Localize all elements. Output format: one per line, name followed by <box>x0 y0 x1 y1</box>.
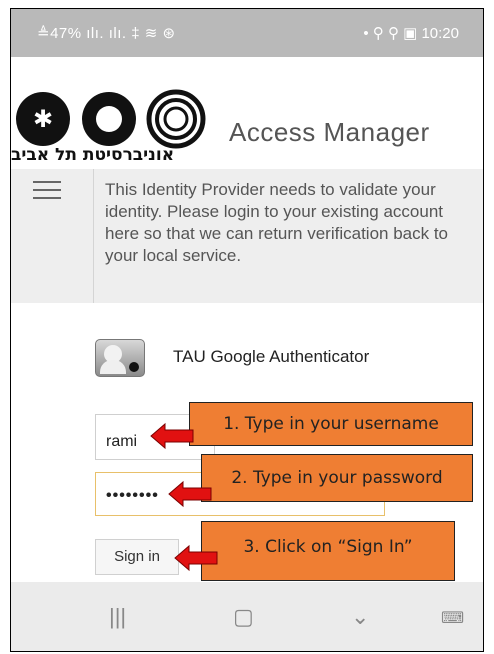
android-nav-bar: ||| ▢ ⌄ ⌨ <box>11 582 483 651</box>
arrow-username <box>150 422 194 450</box>
home-icon[interactable]: ▢ <box>233 604 254 630</box>
recents-icon[interactable]: ||| <box>109 604 126 630</box>
arrow-signin <box>174 544 218 572</box>
status-bar: ≜47% ılı. ılı. ‡ ≋ ⊛ • ⚲ ⚲ ▣ 10:20 <box>11 9 483 57</box>
svg-text:✱: ✱ <box>33 105 53 133</box>
status-right: • ⚲ ⚲ ▣ 10:20 <box>363 25 459 42</box>
callout-step-signin: 3. Click on “Sign In” <box>201 521 455 581</box>
page-title: Access Manager <box>229 117 430 147</box>
info-banner: This Identity Provider needs to validate… <box>11 169 483 303</box>
authenticator-label: TAU Google Authenticator <box>173 347 370 366</box>
hamburger-menu-icon[interactable] <box>33 181 61 205</box>
callout-step-username-text: 1. Type in your username <box>223 414 439 434</box>
status-left: ≜47% ılı. ılı. ‡ ≋ ⊛ <box>37 25 176 42</box>
sign-in-button[interactable]: Sign in <box>95 539 179 575</box>
phone-screen: ≜47% ılı. ılı. ‡ ≋ ⊛ • ⚲ ⚲ ▣ 10:20 ✱ אונ… <box>10 8 484 652</box>
user-avatar-icon <box>95 339 145 377</box>
university-name-hebrew: אוניברסיטת תל אביב <box>11 145 175 165</box>
info-message: This Identity Provider needs to validate… <box>105 180 449 265</box>
callout-step-signin-text: 3. Click on “Sign In” <box>243 537 413 557</box>
back-chevron-icon[interactable]: ⌄ <box>351 604 369 630</box>
callout-step-username: 1. Type in your username <box>189 402 473 446</box>
callout-step-password-text: 2. Type in your password <box>231 468 443 488</box>
callout-step-password: 2. Type in your password <box>201 454 473 502</box>
site-header: ✱ אוניברסיטת תל אביב Access Manager <box>11 57 483 169</box>
keyboard-icon[interactable]: ⌨ <box>441 608 464 628</box>
arrow-password <box>168 480 212 508</box>
divider <box>93 169 94 303</box>
